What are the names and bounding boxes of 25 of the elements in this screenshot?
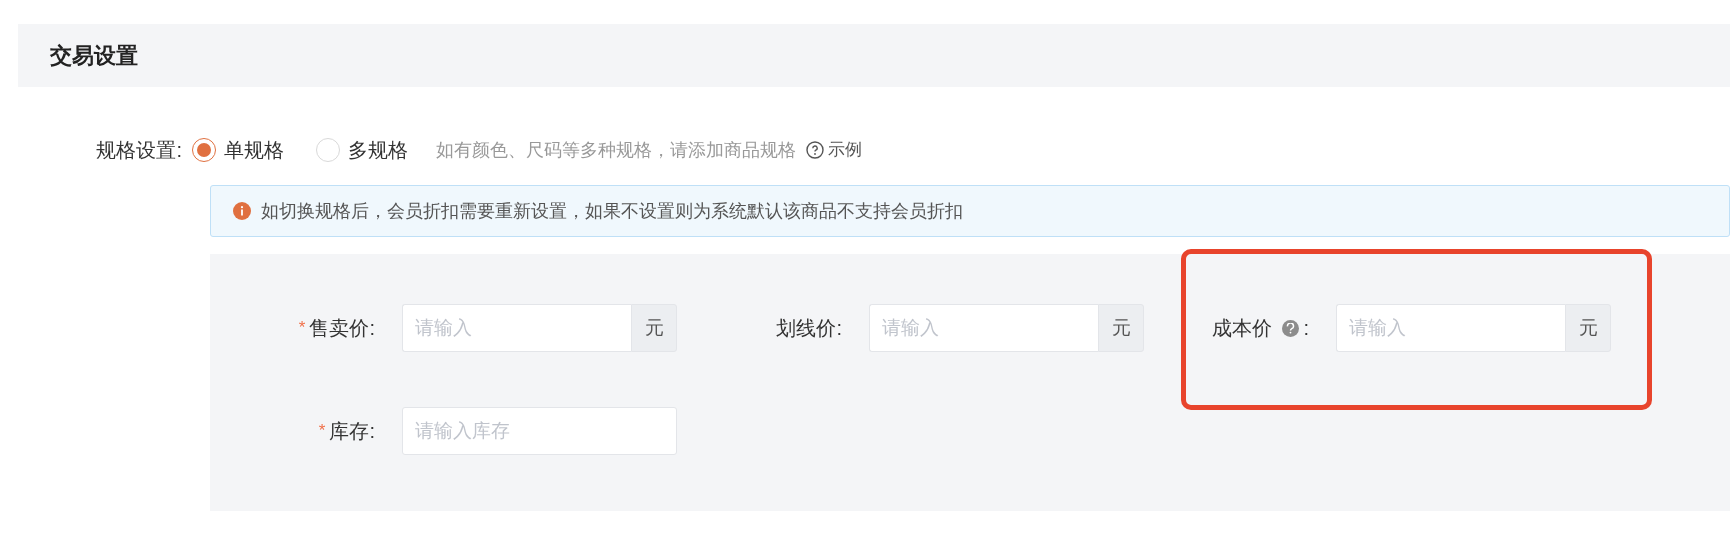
required-mark: *	[298, 317, 306, 340]
field-label: 库存:	[329, 419, 375, 444]
radio-button[interactable]	[192, 138, 216, 162]
unit-addon: 元	[1565, 304, 1611, 352]
hint-text: 如有颜色、尺码等多种规格，请添加商品规格	[436, 138, 796, 162]
input-field[interactable]: 请输入	[869, 304, 1098, 352]
colon-text: :	[1303, 316, 1309, 341]
unit-addon: 元	[631, 304, 677, 352]
field-label: 售卖价:	[309, 316, 375, 341]
field-label: 划线价:	[776, 316, 842, 341]
radio-option[interactable]: 多规格	[316, 135, 408, 165]
notice-text: 如切换规格后，会员折扣需要重新设置，如果不设置则为系统默认该商品不支持会员折扣	[261, 199, 963, 223]
input-field[interactable]: 请输入	[402, 304, 631, 352]
info-icon	[233, 202, 251, 220]
section-title: 交易设置	[50, 42, 138, 70]
radio-option[interactable]: 单规格	[192, 135, 284, 165]
input-field[interactable]: 请输入库存	[402, 407, 677, 455]
unit-addon: 元	[1098, 304, 1144, 352]
field-label: 规格设置:	[95, 138, 183, 163]
help-icon	[806, 141, 824, 159]
help-icon[interactable]	[1282, 319, 1300, 337]
input-field[interactable]: 请输入	[1336, 304, 1565, 352]
example-link[interactable]: 示例	[806, 137, 862, 163]
field-label: 成本价	[1212, 316, 1273, 341]
required-mark: *	[318, 420, 326, 443]
